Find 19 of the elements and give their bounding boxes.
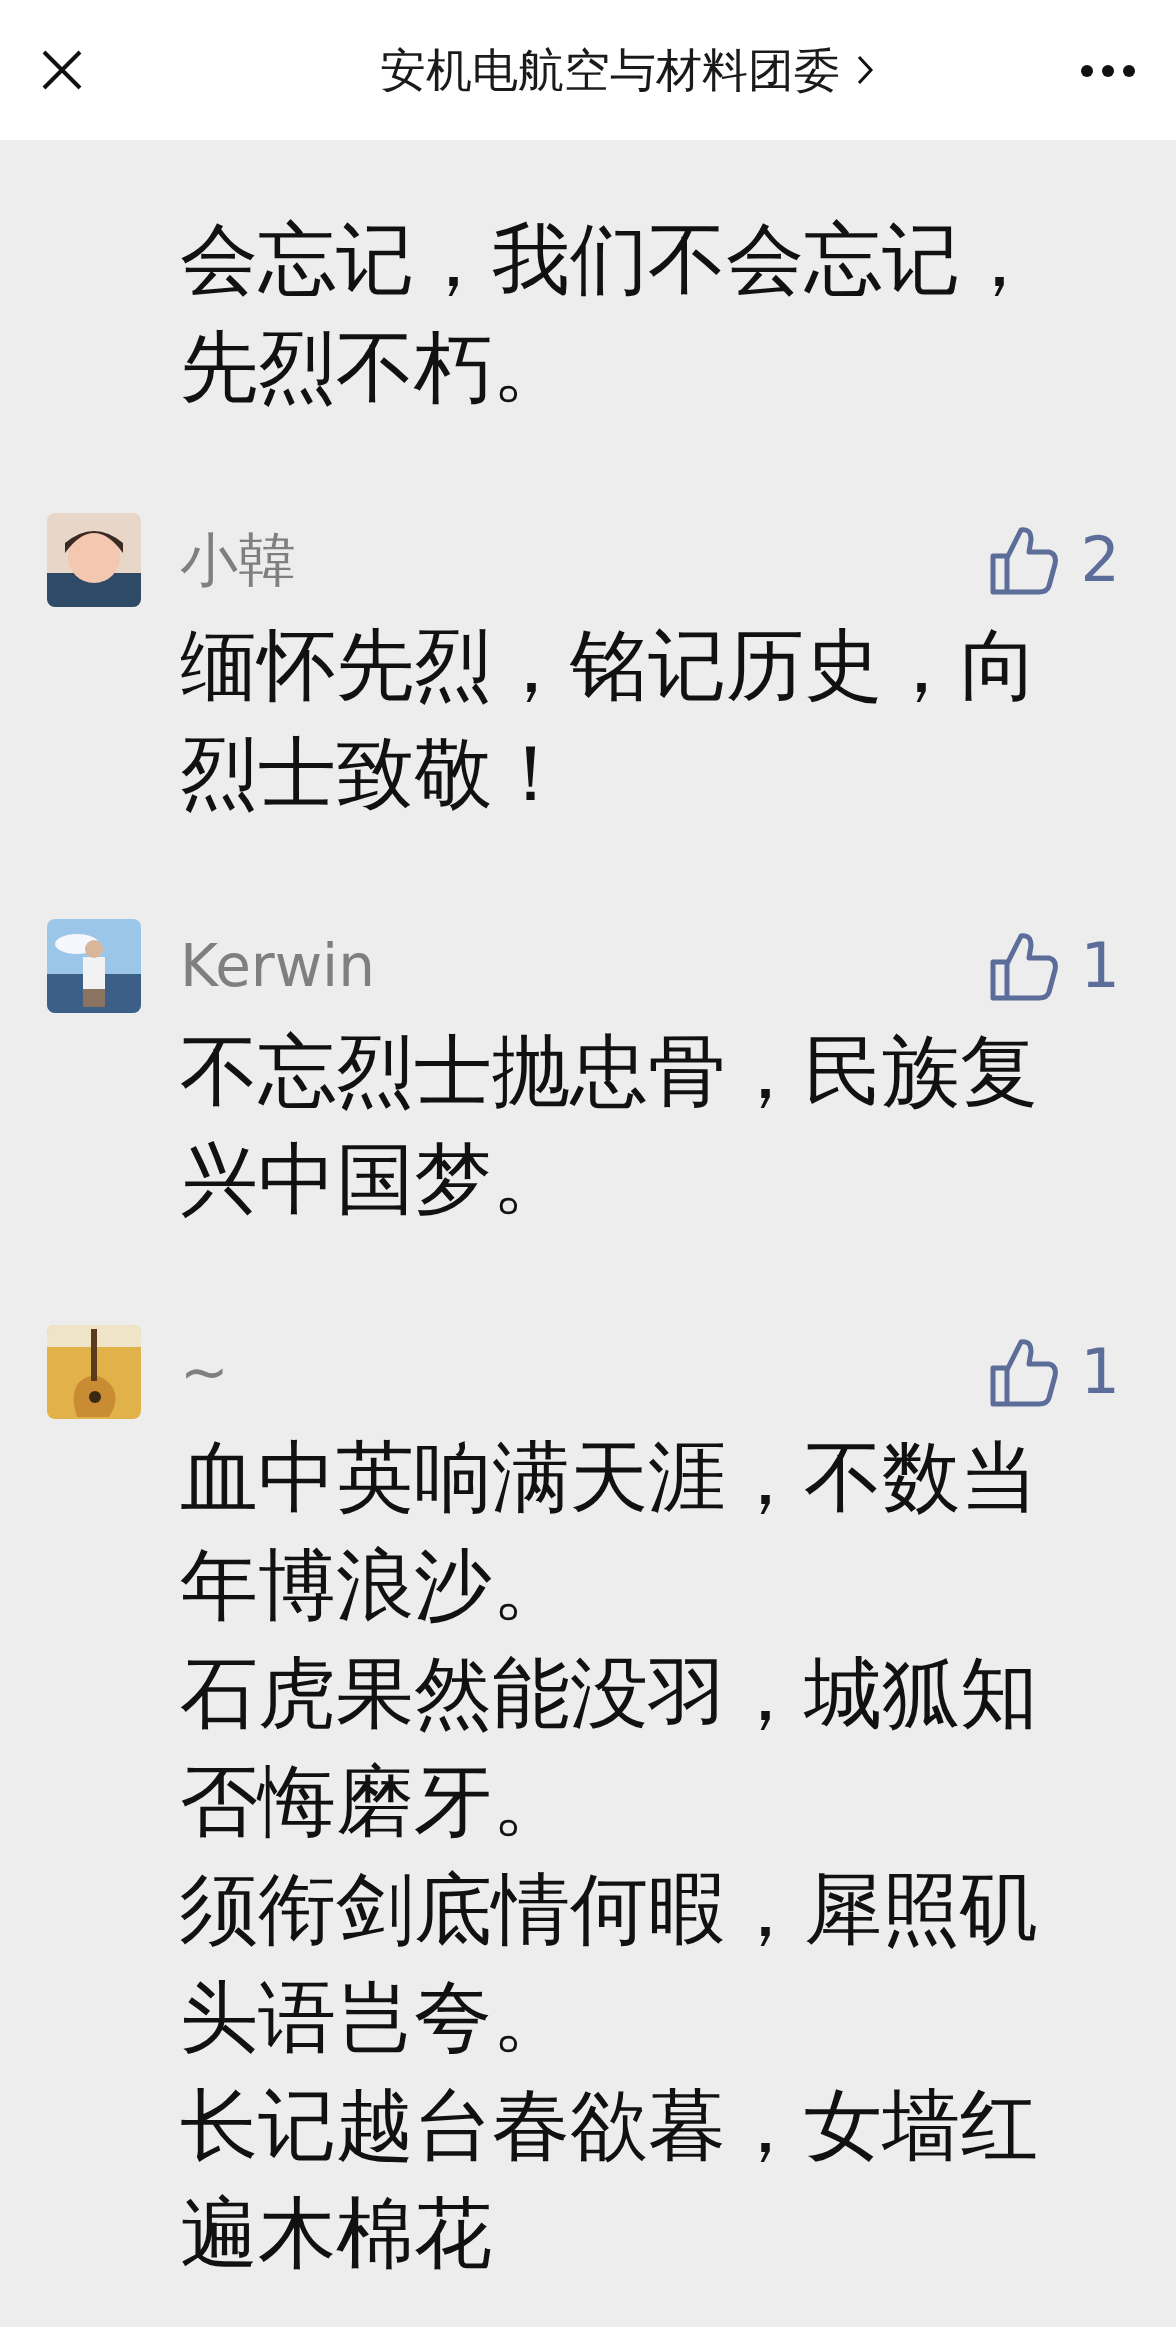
like-count: 1 [1080, 935, 1120, 997]
comment-text: 须衔剑底情何暇，犀照矶头语岂夸。 [180, 1863, 1039, 2064]
like-count: 2 [1080, 529, 1120, 591]
thumbs-up-icon[interactable] [988, 930, 1059, 1002]
comment-text: 不忘烈士抛忠骨，民族复兴中国梦。 [180, 1025, 1039, 1226]
chevron-icon[interactable] [856, 54, 874, 86]
commenter-name: ~ [180, 1343, 230, 1401]
like-count: 1 [1080, 1341, 1120, 1403]
commenter-name: Kerwin [180, 937, 376, 995]
comment-text: 长记越台春欲暮，女墙红遍木棉花 [180, 2079, 1039, 2280]
thumbs-up-icon[interactable] [988, 524, 1059, 596]
commenter-name: 小韓 [180, 531, 297, 589]
comment-text: 会忘记，我们不会忘记，先烈不朽。 [180, 213, 1039, 414]
account-title[interactable]: 安机电航空与材料团委 [380, 35, 840, 105]
comment-text: 石虎果然能没羽，城狐知否悔磨牙。 [180, 1647, 1039, 1848]
thumbs-up-icon[interactable] [988, 1336, 1059, 1408]
comment-text: 血中英响满天涯，不数当年博浪沙。 [180, 1431, 1039, 1632]
close-button[interactable] [40, 48, 84, 92]
comment-text: 缅怀先烈，铭记历史，向烈士致敬！ [180, 619, 1039, 820]
